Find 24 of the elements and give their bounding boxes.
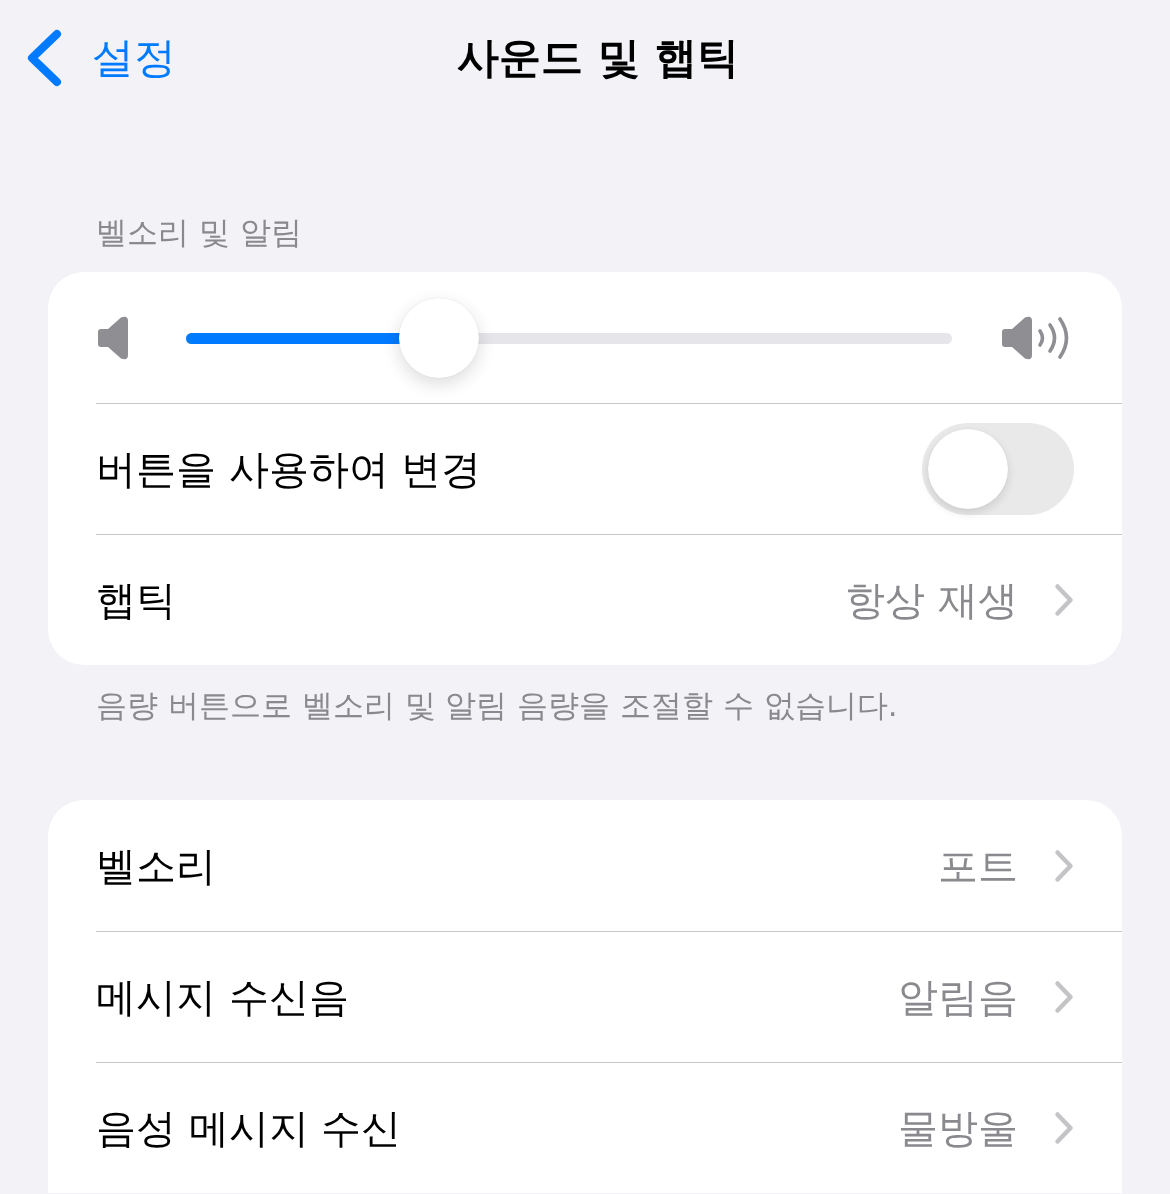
chevron-right-icon	[1054, 1111, 1074, 1145]
section-footer: 음량 버튼으로 벨소리 및 알림 음량을 조절할 수 없습니다.	[48, 685, 1122, 725]
screen-title: 사운드 및 햅틱	[457, 32, 739, 84]
settings-row[interactable]: 음성 메시지 수신 물방울	[96, 1062, 1122, 1193]
speaker-icon	[98, 315, 130, 360]
row-value: 항상 재생	[845, 576, 1018, 625]
row-value: 물방울	[898, 1104, 1018, 1153]
settings-row[interactable]: 벨소리 포트	[96, 800, 1122, 931]
row-label: 벨소리	[96, 841, 216, 891]
settings-row[interactable]: 메시지 수신음 알림음	[96, 931, 1122, 1062]
row-value: 포트	[938, 841, 1018, 891]
row-label: 음성 메시지 수신	[96, 1104, 402, 1153]
settings-row[interactable]: 햅틱 항상 재생	[96, 534, 1122, 665]
section-header: 벨소리 및 알림	[95, 213, 303, 252]
row-label: 버튼을 사용하여 변경	[96, 445, 482, 494]
row-label: 햅틱	[96, 576, 176, 625]
row-label: 메시지 수신음	[96, 973, 349, 1022]
row-value: 알림음	[898, 973, 1018, 1022]
chevron-right-icon	[1054, 583, 1074, 617]
chevron-right-icon	[1054, 848, 1074, 883]
chevron-right-icon	[1054, 980, 1074, 1014]
back-button[interactable]: 설정	[26, 29, 176, 87]
chevron-left-icon	[26, 29, 62, 87]
volume-slider[interactable]	[186, 297, 952, 378]
